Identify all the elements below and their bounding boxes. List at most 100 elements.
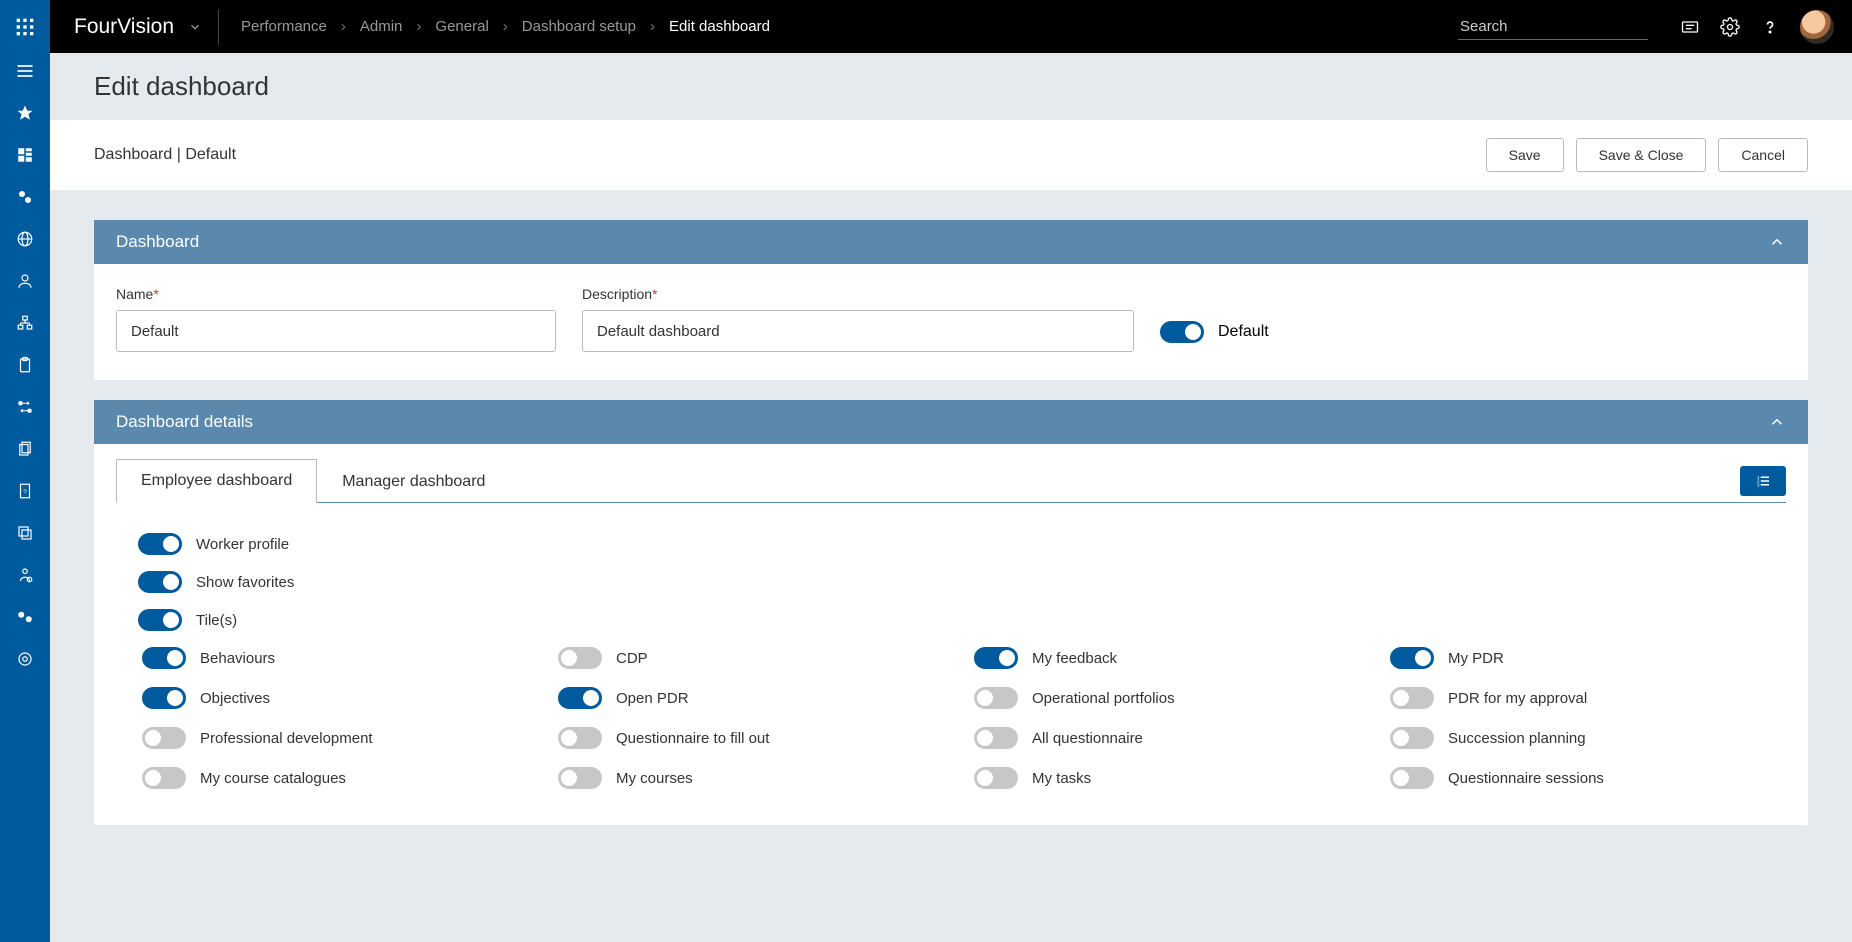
toggle-row: Behaviours	[142, 639, 538, 677]
brand-caret[interactable]	[188, 20, 218, 34]
save-button[interactable]: Save	[1486, 138, 1564, 172]
star-icon[interactable]	[15, 103, 35, 123]
toggle-switch[interactable]	[1390, 767, 1434, 789]
toggle-switch[interactable]	[142, 727, 186, 749]
files-icon[interactable]	[15, 439, 35, 459]
toggle-switch[interactable]	[558, 647, 602, 669]
toggle-label: Show favorites	[196, 574, 294, 591]
breadcrumb-item[interactable]: Admin	[360, 18, 403, 35]
breadcrumb-item: Edit dashboard	[669, 18, 770, 35]
breadcrumb: Performance › Admin › General › Dashboard setu…	[223, 18, 770, 35]
toggle-row: Questionnaire to fill out	[558, 719, 954, 757]
toggle-row: My tasks	[974, 759, 1370, 797]
list-action-button[interactable]: 123	[1740, 466, 1786, 496]
person-icon[interactable]	[15, 271, 35, 291]
page-title: Edit dashboard	[50, 53, 1852, 120]
toggle-label: Behaviours	[200, 650, 275, 667]
panel-dashboard-title: Dashboard	[116, 232, 199, 252]
desc-input[interactable]	[582, 310, 1134, 352]
toggle-row: My feedback	[974, 639, 1370, 677]
settings-icon[interactable]	[1720, 17, 1740, 37]
toggle-switch[interactable]	[974, 767, 1018, 789]
toggle-row: Show favorites	[138, 563, 1776, 601]
cancel-button[interactable]: Cancel	[1718, 138, 1808, 172]
waffle-menu[interactable]	[0, 0, 50, 53]
toggle-switch[interactable]	[142, 647, 186, 669]
svg-text:3: 3	[1757, 482, 1760, 487]
toggle-switch[interactable]	[558, 767, 602, 789]
toggle-switch[interactable]	[138, 571, 182, 593]
menu-icon[interactable]	[15, 61, 35, 81]
toggle-label: Operational portfolios	[1032, 690, 1175, 707]
subheader-text: Dashboard | Default	[94, 146, 236, 164]
name-label: Name*	[116, 286, 556, 302]
breadcrumb-separator: ›	[650, 18, 655, 35]
toggle-row: PDR for my approval	[1390, 679, 1786, 717]
messages-icon[interactable]	[1680, 17, 1700, 37]
panel-dashboard-header[interactable]: Dashboard	[94, 220, 1808, 264]
name-input[interactable]	[116, 310, 556, 352]
breadcrumb-separator: ›	[341, 18, 346, 35]
toggle-switch[interactable]	[138, 609, 182, 631]
dashboard-icon[interactable]	[15, 145, 35, 165]
cog-icon[interactable]	[15, 607, 35, 627]
toggle-switch[interactable]	[142, 767, 186, 789]
toggle-switch[interactable]	[1390, 687, 1434, 709]
toggle-switch[interactable]	[974, 727, 1018, 749]
toggle-label: PDR for my approval	[1448, 690, 1587, 707]
brand-name[interactable]: FourVision	[50, 15, 188, 39]
org-icon[interactable]	[15, 313, 35, 333]
process-icon[interactable]	[15, 397, 35, 417]
toggle-label: Questionnaire to fill out	[616, 730, 769, 747]
toggle-switch[interactable]	[1390, 727, 1434, 749]
chevron-down-icon	[188, 20, 202, 34]
admin-gear-icon[interactable]	[15, 649, 35, 669]
user-lock-icon[interactable]	[15, 565, 35, 585]
svg-text:?: ?	[23, 489, 27, 496]
save-close-button[interactable]: Save & Close	[1576, 138, 1707, 172]
breadcrumb-item[interactable]: General	[435, 18, 488, 35]
toggle-label: CDP	[616, 650, 648, 667]
toggle-label: Professional development	[200, 730, 373, 747]
toggle-row: CDP	[558, 639, 954, 677]
panel-details-header[interactable]: Dashboard details	[94, 400, 1808, 444]
toggle-switch[interactable]	[142, 687, 186, 709]
breadcrumb-item[interactable]: Performance	[241, 18, 327, 35]
toggle-row: All questionnaire	[974, 719, 1370, 757]
toggle-row: Succession planning	[1390, 719, 1786, 757]
clipboard-icon[interactable]	[15, 355, 35, 375]
toggle-switch[interactable]	[974, 647, 1018, 669]
toggle-row: Tile(s)	[138, 601, 1776, 639]
toggle-row: My PDR	[1390, 639, 1786, 677]
toggle-row: Open PDR	[558, 679, 954, 717]
toggle-row: Worker profile	[138, 525, 1776, 563]
toggle-row: My course catalogues	[142, 759, 538, 797]
toggle-row: Questionnaire sessions	[1390, 759, 1786, 797]
toggle-switch[interactable]	[558, 727, 602, 749]
globe-icon[interactable]	[15, 229, 35, 249]
sidebar: ?	[0, 53, 50, 942]
toggle-switch[interactable]	[558, 687, 602, 709]
toggle-switch[interactable]	[138, 533, 182, 555]
tab-employee-dashboard[interactable]: Employee dashboard	[116, 459, 317, 503]
toggle-label: My PDR	[1448, 650, 1504, 667]
toggle-label: Succession planning	[1448, 730, 1586, 747]
help-icon[interactable]	[1760, 17, 1780, 37]
duplicate-icon[interactable]	[15, 523, 35, 543]
breadcrumb-separator: ›	[416, 18, 421, 35]
gears-icon[interactable]	[15, 187, 35, 207]
breadcrumb-separator: ›	[503, 18, 508, 35]
chevron-up-icon	[1768, 233, 1786, 251]
toggle-label: Objectives	[200, 690, 270, 707]
question-doc-icon[interactable]: ?	[15, 481, 35, 501]
toggle-label: Questionnaire sessions	[1448, 770, 1604, 787]
toggle-switch[interactable]	[974, 687, 1018, 709]
breadcrumb-item[interactable]: Dashboard setup	[522, 18, 636, 35]
default-toggle[interactable]	[1160, 321, 1204, 343]
avatar[interactable]	[1800, 10, 1834, 44]
search-input[interactable]	[1460, 18, 1646, 35]
toggle-label: My course catalogues	[200, 770, 346, 787]
toggle-switch[interactable]	[1390, 647, 1434, 669]
search-box[interactable]	[1458, 14, 1648, 40]
tab-manager-dashboard[interactable]: Manager dashboard	[317, 460, 510, 503]
